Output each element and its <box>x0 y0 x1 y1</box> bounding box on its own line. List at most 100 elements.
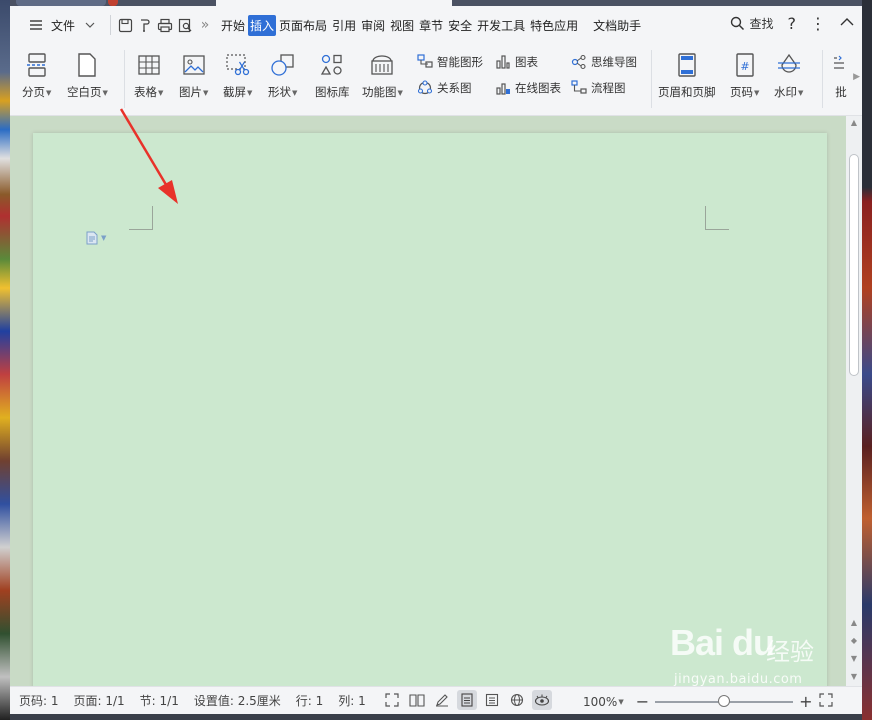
page-number-label: 页码 <box>730 85 753 99</box>
document-page[interactable]: ▼ <box>33 133 827 686</box>
tab-view[interactable]: 视图 <box>388 15 416 36</box>
comment-button[interactable]: 批 <box>828 52 854 100</box>
status-page-code[interactable]: 页码: 1 <box>19 692 59 709</box>
status-row[interactable]: 行: 1 <box>296 692 324 709</box>
file-menu-button[interactable]: 文件 <box>20 13 106 37</box>
collapse-ribbon-icon[interactable] <box>840 16 854 30</box>
more-arrow-icon[interactable]: » <box>195 15 215 35</box>
page-break-label: 分页 <box>22 85 45 99</box>
reading-mode-icon[interactable] <box>407 690 427 710</box>
next-page-icon[interactable]: ▼ <box>846 654 862 663</box>
zoom-level-label: 100% <box>583 694 618 709</box>
ribbon-scroll-right-icon[interactable]: ▶ <box>853 72 860 82</box>
picture-button[interactable]: 图片▼ <box>179 52 208 100</box>
paragraph-layout-icon[interactable]: ▼ <box>85 231 106 245</box>
tab-references[interactable]: 引用 <box>330 15 358 36</box>
tab-developer[interactable]: 开发工具 <box>475 15 527 36</box>
flowchart-button[interactable]: 流程图 <box>570 80 626 96</box>
scrollbar-thumb[interactable] <box>849 154 859 376</box>
mind-map-label: 思维导图 <box>591 55 637 69</box>
divider <box>110 15 112 35</box>
ribbon-divider <box>822 50 823 108</box>
zoom-slider-knob[interactable] <box>718 694 731 707</box>
tab-section[interactable]: 章节 <box>417 15 445 36</box>
zoom-slider[interactable] <box>655 694 794 710</box>
help-icon[interactable]: ? <box>788 14 797 33</box>
tab-page-layout[interactable]: 页面布局 <box>277 15 329 36</box>
scissors-icon <box>225 52 251 78</box>
page-number-button[interactable]: # 页码▼ <box>730 52 759 100</box>
page-view-icon[interactable] <box>457 690 477 710</box>
screenshot-button[interactable]: 截屏▼ <box>223 52 252 100</box>
blank-page-button[interactable]: 空白页▼ <box>67 52 108 100</box>
tab-security[interactable]: 安全 <box>446 15 474 36</box>
zoom-level-dropdown[interactable]: 100%▼ <box>583 695 624 709</box>
ribbon-divider <box>651 50 652 108</box>
save-icon[interactable] <box>115 15 135 35</box>
function-chart-button[interactable]: 功能图▼ <box>362 52 403 100</box>
relation-chart-icon <box>416 80 434 96</box>
status-col[interactable]: 列: 1 <box>338 692 366 709</box>
picture-label: 图片 <box>179 85 202 99</box>
format-painter-icon[interactable] <box>135 15 155 35</box>
watermark-button[interactable]: 水印▼ <box>774 52 803 100</box>
pen-icon[interactable] <box>432 690 452 710</box>
desktop-background-left <box>0 0 10 720</box>
find-button[interactable]: 查找 <box>727 13 774 33</box>
prev-page-icon[interactable]: ◆ <box>846 636 862 645</box>
comment-icon <box>828 52 854 78</box>
tab-review[interactable]: 审阅 <box>359 15 387 36</box>
zoom-out-icon[interactable]: − <box>636 692 649 711</box>
blank-page-label: 空白页 <box>67 85 102 99</box>
ribbon-divider <box>124 50 125 108</box>
scroll-up-icon[interactable]: ▲ <box>846 618 862 627</box>
tab-doc-assistant[interactable]: 文档助手 <box>591 15 643 36</box>
icon-library-button[interactable]: 图标库 <box>315 52 350 100</box>
status-section[interactable]: 节: 1/1 <box>140 692 179 709</box>
header-footer-button[interactable]: 页眉和页脚 <box>658 52 716 100</box>
header-footer-icon <box>674 52 700 78</box>
view-mode-tools <box>382 690 552 710</box>
tab-home[interactable]: 开始 <box>219 15 247 36</box>
mind-map-button[interactable]: 思维导图 <box>570 54 637 70</box>
shape-button[interactable]: 形状▼ <box>268 52 297 100</box>
watermark-label: 水印 <box>774 85 797 99</box>
menu-bar: 文件 » 开始 插入 页面布局 引用 审阅 视图 章节 安全 开发工具 特色应用… <box>10 6 862 44</box>
table-button[interactable]: 表格▼ <box>134 52 163 100</box>
chart-button[interactable]: 图表 <box>494 54 538 70</box>
vertical-scrollbar[interactable]: ▲ ▲ ◆ ▼ ▼ <box>846 116 862 686</box>
tab-insert[interactable]: 插入 <box>248 14 277 36</box>
header-footer-label: 页眉和页脚 <box>658 85 716 99</box>
function-chart-label: 功能图 <box>362 85 397 99</box>
shape-icon <box>270 52 296 78</box>
icon-library-label: 图标库 <box>315 85 350 99</box>
print-icon[interactable] <box>155 15 175 35</box>
margin-corner-top-left <box>129 206 153 230</box>
print-preview-icon[interactable] <box>175 15 195 35</box>
web-view-icon[interactable] <box>507 690 527 710</box>
tab-special-apps[interactable]: 特色应用 <box>528 15 580 36</box>
smart-art-button[interactable]: 智能图形 <box>416 54 483 70</box>
status-page[interactable]: 页面: 1/1 <box>74 692 125 709</box>
eye-protection-icon[interactable] <box>532 690 552 710</box>
online-chart-button[interactable]: 在线图表 <box>494 80 561 96</box>
status-setting[interactable]: 设置值: 2.5厘米 <box>194 692 281 709</box>
bar-chart-icon <box>494 54 512 70</box>
online-chart-label: 在线图表 <box>515 81 561 95</box>
page-break-button[interactable]: 分页▼ <box>22 52 51 100</box>
scroll-top-icon[interactable]: ▲ <box>846 118 862 127</box>
more-menu-icon[interactable]: ⋮ <box>810 14 826 33</box>
shape-label: 形状 <box>268 85 291 99</box>
chevron-down-icon <box>80 15 100 35</box>
zoom-in-icon[interactable]: + <box>799 692 812 711</box>
scroll-down-icon[interactable]: ▼ <box>846 672 862 681</box>
fit-window-icon[interactable] <box>818 693 833 710</box>
relation-chart-button[interactable]: 关系图 <box>416 80 472 96</box>
icon-library-icon <box>319 52 345 78</box>
screenshot-label: 截屏 <box>223 85 246 99</box>
zoom-control: 100%▼ − + <box>583 692 833 711</box>
fullscreen-icon[interactable] <box>382 690 402 710</box>
document-canvas[interactable]: ▼ <box>10 116 846 686</box>
relation-chart-label: 关系图 <box>437 81 472 95</box>
outline-view-icon[interactable] <box>482 690 502 710</box>
